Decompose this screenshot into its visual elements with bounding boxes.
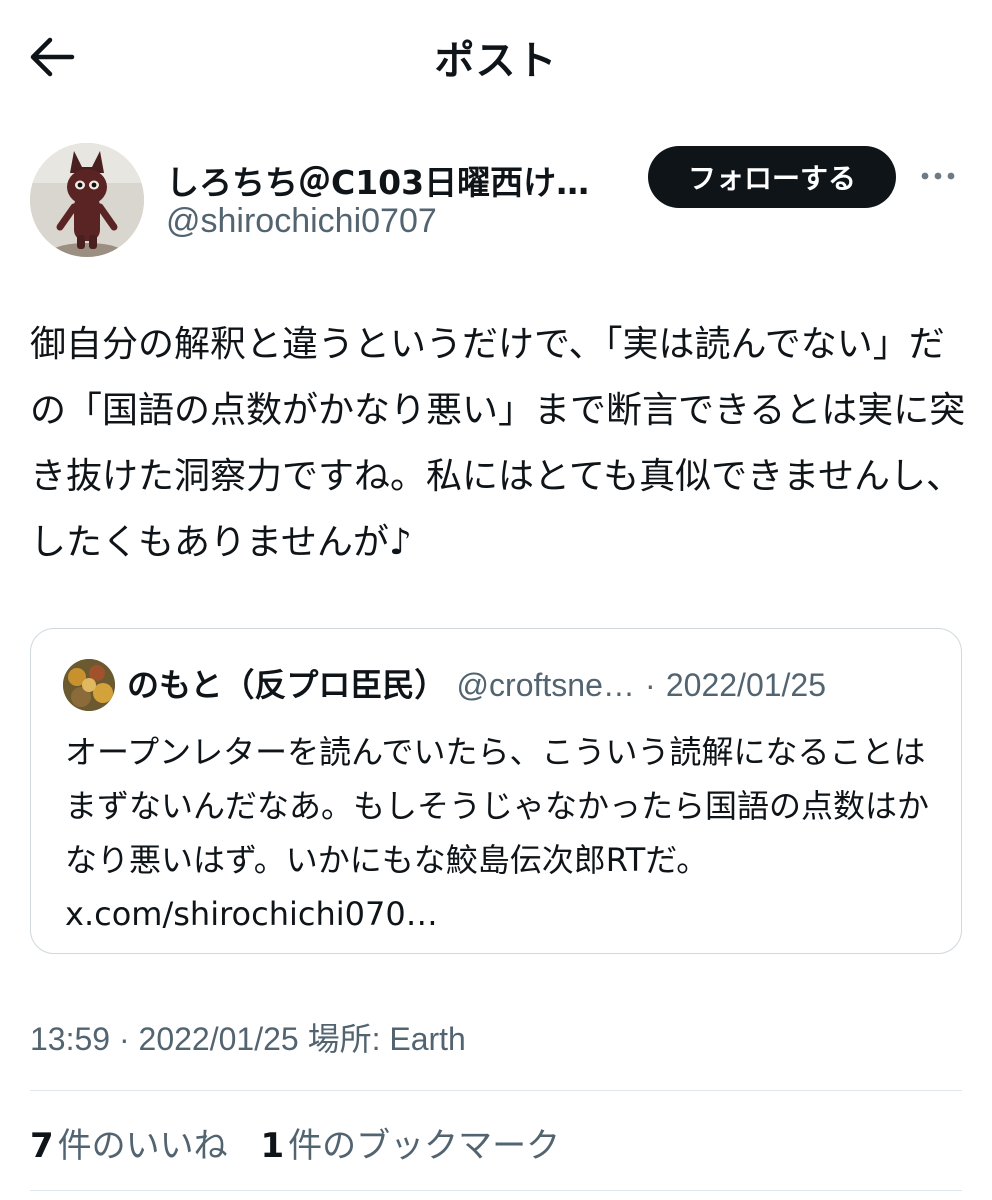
bookmarks-count: 1 <box>260 1126 285 1166</box>
post-date[interactable]: 2022/01/25 <box>139 1021 299 1057</box>
likes-stat[interactable]: 7 件のいいね <box>30 1118 228 1167</box>
quoted-avatar <box>63 659 115 711</box>
likes-count: 7 <box>30 1126 54 1166</box>
divider <box>30 1090 962 1091</box>
cat-figure-avatar-image <box>30 143 144 257</box>
top-bar: ポスト <box>0 0 992 112</box>
quoted-date: 2022/01/25 <box>665 667 827 703</box>
divider <box>30 1190 962 1191</box>
quoted-separator: · <box>645 667 656 703</box>
bookmarks-stat[interactable]: 1 件のブックマーク <box>260 1118 560 1167</box>
quoted-display-name: のもと（反プロ臣民） <box>127 666 447 704</box>
post-time[interactable]: 13:59 <box>30 1021 110 1057</box>
figures-avatar-image <box>63 659 115 711</box>
page-title: ポスト <box>434 38 558 84</box>
engagement-stats: 7 件のいいね 1 件のブックマーク <box>30 1118 582 1167</box>
post-timestamp: 13:59 · 2022/01/25 場所: Earth <box>30 1014 466 1060</box>
post-detail-page: ポスト しろちち＠C103日曜西け… @shirochichi0707 フォロー… <box>0 0 992 1200</box>
post-location: 場所: Earth <box>307 1021 466 1057</box>
follow-button[interactable]: フォローする <box>648 146 896 208</box>
quoted-post-card[interactable]: のもと（反プロ臣民） @croftsne… · 2022/01/25 オープンレ… <box>30 628 962 954</box>
author-row: しろちち＠C103日曜西け… @shirochichi0707 フォローする <box>0 140 992 270</box>
post-text: 御自分の解釈と違うというだけで、「実は読んでない」だの「国語の点数がかなり悪い」… <box>30 324 966 563</box>
avatar[interactable] <box>30 143 144 257</box>
quoted-handle: @croftsne… <box>456 667 635 703</box>
quoted-header: のもと（反プロ臣民） @croftsne… · 2022/01/25 <box>127 661 826 709</box>
more-options-button[interactable] <box>916 162 960 190</box>
likes-label: 件のいいね <box>57 1126 228 1166</box>
timestamp-separator: · <box>118 1021 130 1057</box>
quoted-post-text: オープンレターを読んでいたら、こういう読解になることはまずないんだなあ。もしそう… <box>65 733 930 933</box>
bookmarks-label: 件のブックマーク <box>288 1126 561 1166</box>
more-horizontal-icon <box>921 172 955 180</box>
display-name[interactable]: しろちち＠C103日曜西け… <box>166 156 636 204</box>
user-handle[interactable]: @shirochichi0707 <box>166 202 437 241</box>
